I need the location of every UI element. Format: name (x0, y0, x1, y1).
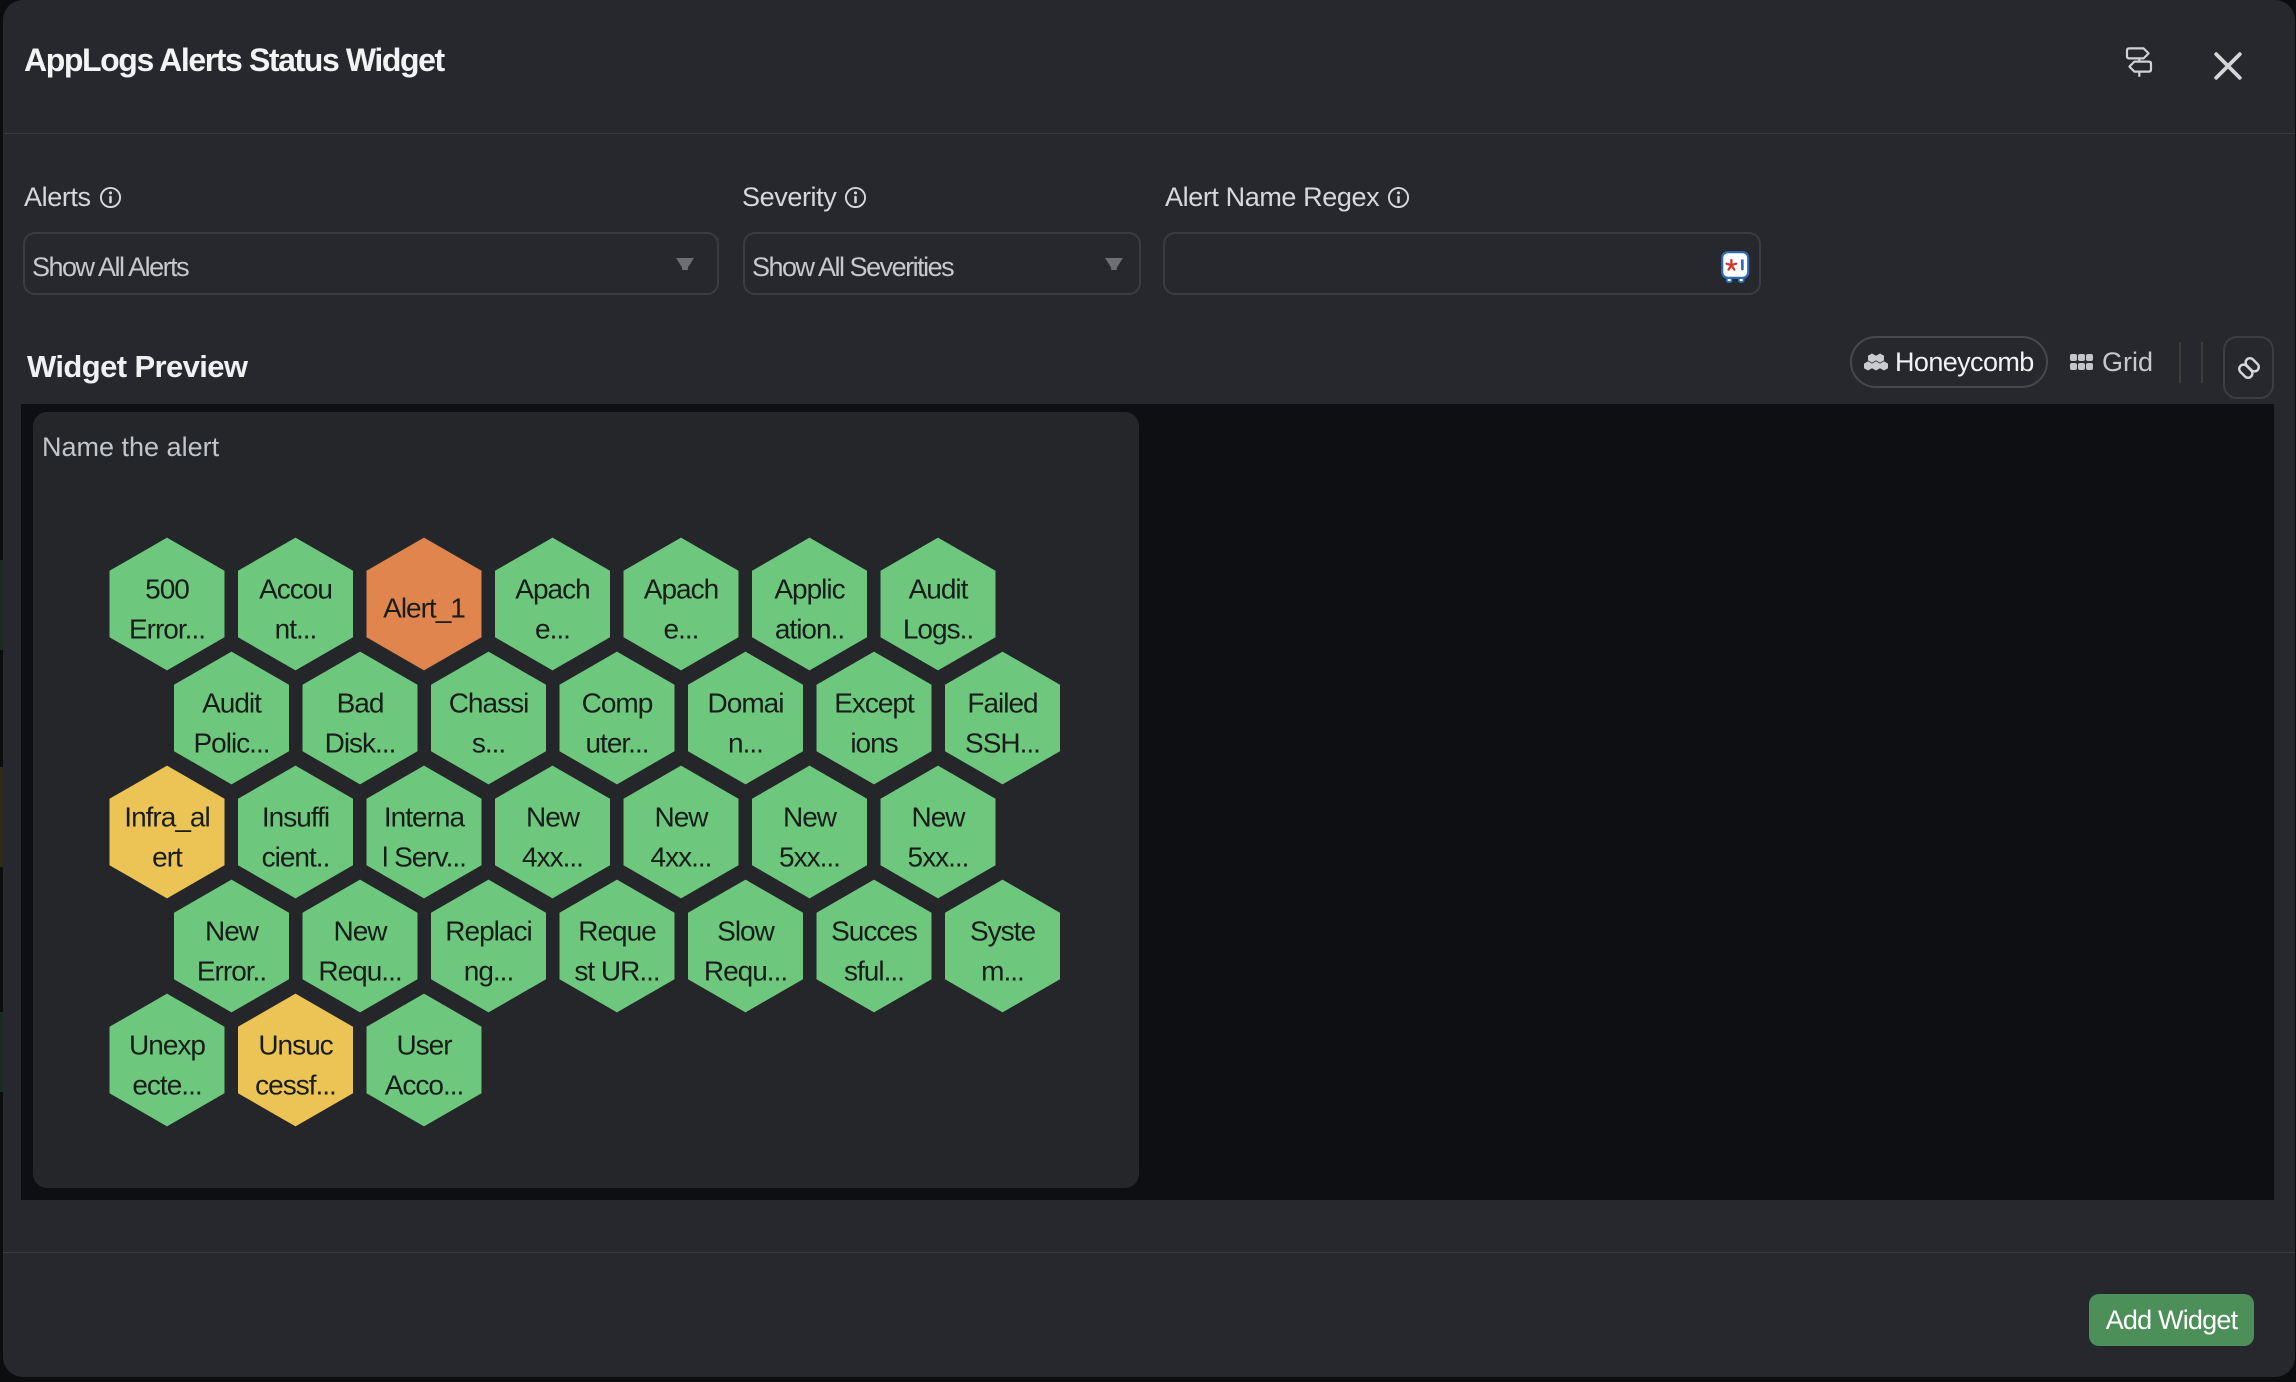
svg-text:e...: e... (535, 614, 570, 645)
svg-text:n...: n... (728, 728, 763, 759)
svg-text:Domai: Domai (708, 688, 784, 719)
svg-text:ert: ert (152, 842, 183, 873)
svg-text:Audit: Audit (909, 574, 969, 605)
svg-text:Apach: Apach (644, 574, 718, 605)
svg-text:ecte...: ecte... (132, 1070, 201, 1101)
svg-text:Interna: Interna (384, 802, 466, 833)
svg-text:New: New (783, 802, 838, 833)
svg-text:Replaci: Replaci (445, 916, 531, 947)
svg-text:Error..: Error.. (197, 956, 266, 987)
svg-text:Except: Except (834, 688, 915, 719)
svg-text:Applic: Applic (774, 574, 845, 605)
svg-text:500: 500 (145, 574, 189, 605)
svg-text:Requ...: Requ... (704, 956, 787, 987)
svg-text:Chassi: Chassi (449, 688, 529, 719)
svg-text:uter...: uter... (585, 728, 648, 759)
svg-text:Requ...: Requ... (318, 956, 401, 987)
svg-text:New: New (911, 802, 966, 833)
svg-text:Insuffi: Insuffi (262, 802, 329, 833)
svg-text:st UR...: st UR... (574, 956, 659, 987)
svg-text:s...: s... (472, 728, 505, 759)
svg-text:e...: e... (664, 614, 699, 645)
svg-text:m...: m... (981, 956, 1024, 987)
svg-text:Unsuc: Unsuc (258, 1030, 333, 1061)
svg-text:Polic...: Polic... (193, 728, 269, 759)
svg-text:Infra_al: Infra_al (124, 802, 209, 833)
svg-text:ions: ions (850, 728, 897, 759)
svg-text:Comp: Comp (582, 688, 653, 719)
svg-text:Succes: Succes (831, 916, 917, 947)
svg-text:ation..: ation.. (775, 614, 844, 645)
svg-text:Acco...: Acco... (385, 1070, 464, 1101)
svg-text:User: User (396, 1030, 452, 1061)
svg-text:Alert_1: Alert_1 (383, 593, 465, 624)
svg-text:Slow: Slow (717, 916, 775, 947)
svg-text:Error...: Error... (129, 614, 205, 645)
svg-text:Audit: Audit (202, 688, 262, 719)
svg-text:l Serv...: l Serv... (382, 842, 466, 873)
svg-text:cient..: cient.. (262, 842, 330, 873)
svg-text:nt...: nt... (275, 614, 317, 645)
svg-text:sful...: sful... (844, 956, 904, 987)
svg-text:Bad: Bad (337, 688, 384, 719)
svg-text:cessf...: cessf... (255, 1070, 336, 1101)
svg-text:Disk...: Disk... (325, 728, 396, 759)
svg-text:Reque: Reque (578, 916, 656, 947)
svg-text:5xx...: 5xx... (779, 842, 840, 873)
svg-text:5xx...: 5xx... (908, 842, 969, 873)
svg-text:Apach: Apach (515, 574, 589, 605)
svg-text:SSH...: SSH... (965, 728, 1040, 759)
svg-text:4xx...: 4xx... (651, 842, 712, 873)
svg-text:Accou: Accou (259, 574, 332, 605)
svg-text:4xx...: 4xx... (522, 842, 583, 873)
svg-text:New: New (526, 802, 581, 833)
svg-text:New: New (654, 802, 709, 833)
svg-text:New: New (333, 916, 388, 947)
svg-text:New: New (205, 916, 260, 947)
svg-text:Syste: Syste (970, 916, 1035, 947)
svg-text:Unexp: Unexp (129, 1030, 205, 1061)
svg-text:Logs..: Logs.. (903, 614, 973, 645)
svg-text:Failed: Failed (967, 688, 1037, 719)
svg-text:ng...: ng... (464, 956, 513, 987)
